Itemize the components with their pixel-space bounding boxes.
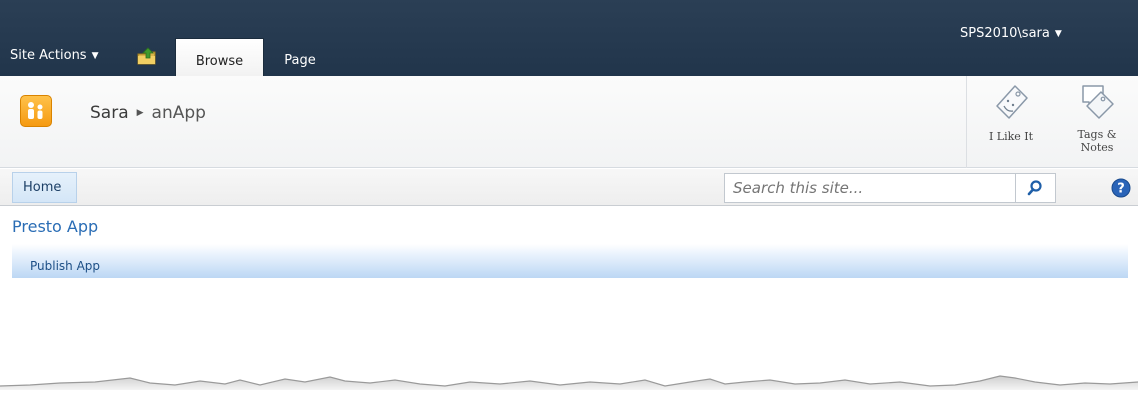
page-title[interactable]: Presto App [12, 217, 98, 237]
tag-note-icon [1082, 85, 1114, 119]
chevron-down-icon: ▼ [91, 51, 99, 61]
help-icon: ? [1111, 178, 1131, 198]
search-button[interactable] [1016, 173, 1056, 203]
tab-browse-label: Browse [195, 54, 244, 69]
tags-notes-button[interactable]: Tags & Notes [1062, 78, 1132, 162]
site-actions-label: Site Actions [10, 48, 87, 63]
i-like-it-button[interactable]: I Like It [976, 78, 1046, 162]
user-name: SPS2010\sara [960, 26, 1050, 41]
help-button[interactable]: ? [1111, 178, 1131, 198]
ribbon-bar: Site Actions ▼ Browse Page SPS2010\sara ▼ [0, 0, 1138, 76]
torn-edge [0, 375, 1138, 394]
chevron-down-icon: ▼ [1054, 29, 1062, 39]
tab-page-label: Page [284, 53, 316, 68]
quick-links-bar: Publish App [12, 244, 1128, 278]
divider [966, 76, 967, 168]
title-area: Sara ▶ anApp I Like It Tags & Notes [0, 76, 1138, 168]
publish-app-link[interactable]: Publish App [30, 257, 100, 275]
tab-page[interactable]: Page [270, 38, 330, 76]
tab-browse[interactable]: Browse [175, 38, 264, 76]
tag-smile-icon [996, 85, 1028, 119]
site-actions-menu[interactable]: Site Actions ▼ [10, 46, 99, 66]
nav-home-label: Home [23, 180, 62, 195]
nav-home[interactable]: Home [12, 172, 77, 203]
top-navigation: Home ? [0, 169, 1138, 206]
navigate-up-button[interactable] [136, 46, 158, 66]
site-logo[interactable] [20, 95, 52, 127]
tags-notes-label-line2: Notes [1080, 141, 1114, 154]
people-icon [28, 102, 43, 119]
folder-up-arrow-icon [137, 47, 156, 65]
breadcrumb-site-link[interactable]: Sara [90, 103, 129, 123]
search-icon [1027, 180, 1042, 196]
breadcrumb-current-page: anApp [151, 103, 206, 123]
breadcrumb-arrow-icon: ▶ [136, 108, 144, 118]
bar-top-fade [12, 244, 1128, 254]
search-input[interactable] [724, 173, 1016, 203]
i-like-it-label: I Like It [988, 130, 1034, 143]
bar-fill [12, 254, 1128, 278]
user-menu[interactable]: SPS2010\sara ▼ [960, 24, 1062, 44]
tags-notes-label-line1: Tags & [1077, 128, 1117, 141]
svg-text:?: ? [1117, 182, 1125, 197]
breadcrumb: Sara ▶ anApp [90, 102, 206, 124]
tags-notes-label: Tags & Notes [1062, 128, 1132, 154]
